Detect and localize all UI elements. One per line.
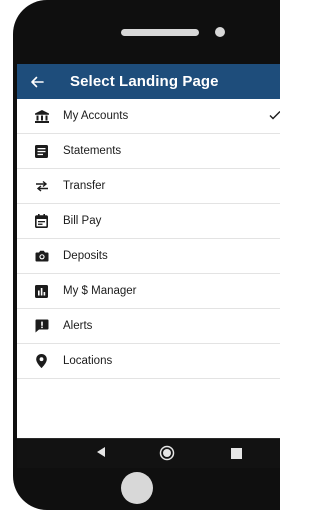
- nav-recent-apps-icon[interactable]: [231, 448, 242, 459]
- menu-item-label: Statements: [63, 145, 122, 157]
- front-camera: [215, 27, 225, 37]
- landing-page-list: My Accounts Statements Transfer Bill Pay…: [17, 99, 280, 379]
- nav-home-icon[interactable]: [159, 445, 175, 461]
- menu-item-alerts[interactable]: Alerts: [17, 309, 280, 344]
- menu-item-deposits[interactable]: Deposits: [17, 239, 280, 274]
- menu-item-statements[interactable]: Statements: [17, 134, 280, 169]
- menu-item-label: Transfer: [63, 180, 106, 192]
- menu-item-label: My $ Manager: [63, 285, 137, 297]
- speaker-grille: [121, 29, 199, 36]
- arrow-left-icon: [31, 76, 44, 87]
- bar-chart-icon: [34, 284, 49, 299]
- app-screen: Select Landing Page My Accounts Statemen…: [17, 64, 280, 467]
- camera-icon: [34, 249, 49, 264]
- menu-item-label: Locations: [63, 355, 113, 367]
- app-bar: Select Landing Page: [17, 64, 280, 99]
- menu-item-bill-pay[interactable]: Bill Pay: [17, 204, 280, 239]
- swap-arrows-icon: [34, 179, 49, 194]
- device-home-button[interactable]: [121, 472, 153, 504]
- alert-message-icon: [34, 319, 49, 334]
- menu-item-label: My Accounts: [63, 110, 129, 122]
- menu-item-my-accounts[interactable]: My Accounts: [17, 99, 280, 134]
- menu-item-label: Bill Pay: [63, 215, 102, 227]
- phone-frame: Select Landing Page My Accounts Statemen…: [13, 0, 280, 510]
- back-button[interactable]: [17, 64, 57, 99]
- menu-item-my-money-manager[interactable]: My $ Manager: [17, 274, 280, 309]
- nav-back-icon[interactable]: [96, 446, 106, 458]
- location-pin-icon: [34, 354, 49, 369]
- system-nav-bar: [17, 438, 280, 468]
- bank-icon: [34, 109, 49, 124]
- document-lines-icon: [34, 144, 49, 159]
- menu-item-transfer[interactable]: Transfer: [17, 169, 280, 204]
- page-title: Select Landing Page: [70, 73, 219, 90]
- calendar-icon: [34, 214, 49, 229]
- check-icon: [269, 111, 280, 120]
- menu-item-label: Deposits: [63, 250, 108, 262]
- menu-item-locations[interactable]: Locations: [17, 344, 280, 379]
- menu-item-label: Alerts: [63, 320, 93, 332]
